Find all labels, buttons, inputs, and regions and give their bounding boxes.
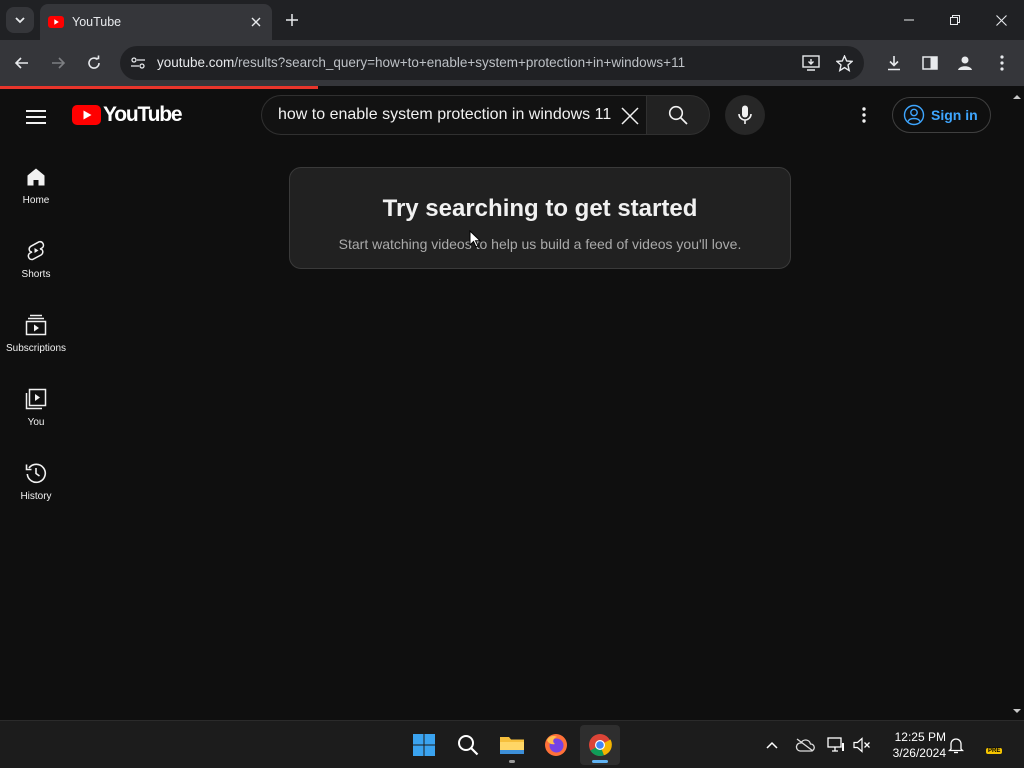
youtube-play-logo-icon (72, 105, 101, 125)
tab-search-button[interactable] (6, 7, 34, 33)
close-icon (995, 14, 1007, 26)
microphone-icon (738, 105, 752, 124)
mouse-cursor-icon (469, 230, 481, 248)
firefox-button[interactable] (536, 725, 576, 765)
windows-logo-icon (413, 734, 435, 756)
browser-tab-youtube[interactable]: YouTube (40, 4, 272, 40)
chrome-menu-icon[interactable] (991, 52, 1013, 74)
search-button[interactable] (646, 95, 710, 135)
volume-muted-icon[interactable] (852, 735, 872, 755)
empty-state-card: Try searching to get started Start watch… (289, 167, 791, 269)
chrome-button[interactable] (580, 725, 620, 765)
taskbar-clock[interactable]: 12:25 PM 3/26/2024 (880, 729, 946, 761)
search-icon (458, 735, 479, 756)
youtube-logo[interactable]: YouTube (72, 103, 183, 127)
restore-button[interactable] (932, 0, 978, 40)
sidebar-item-home[interactable]: Home (0, 149, 72, 223)
windows-taskbar: 12:25 PM 3/26/2024 PRE (0, 720, 1024, 768)
sidebar-item-label: Home (22, 195, 50, 206)
settings-more-icon[interactable] (852, 103, 876, 127)
start-button[interactable] (404, 725, 444, 765)
youtube-favicon-icon (48, 14, 64, 30)
arrow-right-icon (52, 57, 66, 69)
minimize-button[interactable] (886, 0, 932, 40)
sidebar-item-subscriptions[interactable]: Subscriptions (0, 297, 72, 371)
chrome-icon (589, 734, 612, 757)
show-hidden-icons-chevron-icon[interactable] (762, 735, 782, 755)
notifications-bell-icon[interactable] (946, 735, 966, 755)
chevron-down-icon (15, 17, 25, 24)
home-icon (24, 165, 48, 189)
sign-in-label: Sign in (931, 107, 978, 123)
empty-state-subtitle: Start watching videos to help us build a… (338, 236, 742, 252)
hamburger-menu-icon[interactable] (24, 105, 48, 129)
firefox-icon (545, 734, 567, 756)
tab-title: YouTube (72, 15, 122, 29)
browser-tab-strip: YouTube (0, 0, 1024, 40)
browser-toolbar: youtube.com/results?search_query=how+to+… (0, 40, 1024, 86)
sidebar-item-you[interactable]: You (0, 371, 72, 445)
restore-icon (950, 15, 960, 25)
youtube-wordmark: YouTube (103, 103, 183, 126)
arrow-left-icon (14, 57, 28, 69)
url-host: youtube.com (157, 55, 235, 70)
forward-button[interactable] (44, 49, 72, 77)
clear-search-icon[interactable] (618, 104, 642, 128)
reload-icon (88, 55, 100, 69)
page-scrollbar[interactable] (1010, 89, 1024, 720)
minimize-icon (904, 19, 914, 21)
subscriptions-icon (24, 313, 48, 337)
network-icon[interactable] (826, 735, 846, 755)
clock-time: 12:25 PM (894, 730, 946, 744)
you-library-icon (24, 387, 48, 411)
address-bar[interactable]: youtube.com/results?search_query=how+to+… (120, 46, 864, 80)
clock-date: 3/26/2024 (892, 746, 946, 760)
sidebar-item-label: Shorts (21, 269, 51, 280)
back-button[interactable] (8, 49, 36, 77)
install-app-icon[interactable] (801, 53, 821, 73)
sidebar-item-label: Subscriptions (5, 343, 67, 354)
url-path: /results?search_query=how+to+enable+syst… (234, 55, 686, 70)
youtube-page: YouTube how to enable system protection … (0, 89, 1010, 720)
scroll-up-arrow-icon (1013, 95, 1021, 99)
profile-icon[interactable] (954, 52, 976, 74)
close-window-button[interactable] (978, 0, 1024, 40)
sidebar-item-history[interactable]: History (0, 445, 72, 519)
reload-button[interactable] (80, 49, 108, 77)
voice-search-button[interactable] (725, 95, 765, 135)
scroll-down-arrow-icon (1013, 709, 1021, 713)
history-icon (24, 461, 48, 485)
empty-state-title: Try searching to get started (382, 195, 698, 222)
search-input-value[interactable]: how to enable system protection in windo… (278, 106, 611, 124)
plus-icon (286, 14, 298, 26)
sidebar-item-label: History (20, 491, 52, 502)
sidebar-item-label: You (27, 417, 45, 428)
side-panel-icon[interactable] (919, 52, 941, 74)
shorts-icon (24, 239, 48, 263)
search-icon (668, 105, 688, 125)
taskbar-search-button[interactable] (448, 725, 488, 765)
onedrive-offline-icon[interactable] (795, 735, 815, 755)
tab-close-icon[interactable] (248, 14, 264, 30)
new-tab-button[interactable] (280, 8, 304, 32)
sidebar-item-shorts[interactable]: Shorts (0, 223, 72, 297)
site-info-icon[interactable] (128, 53, 148, 73)
account-circle-icon (903, 104, 925, 126)
bookmark-star-icon[interactable] (834, 53, 854, 73)
folder-icon (500, 737, 524, 754)
file-explorer-button[interactable] (492, 725, 532, 765)
url-text[interactable]: youtube.com/results?search_query=how+to+… (157, 55, 685, 70)
preview-build-badge: PRE (986, 748, 1003, 754)
search-input[interactable]: how to enable system protection in windo… (261, 95, 647, 135)
sign-in-button[interactable]: Sign in (892, 97, 991, 133)
downloads-icon[interactable] (883, 52, 905, 74)
